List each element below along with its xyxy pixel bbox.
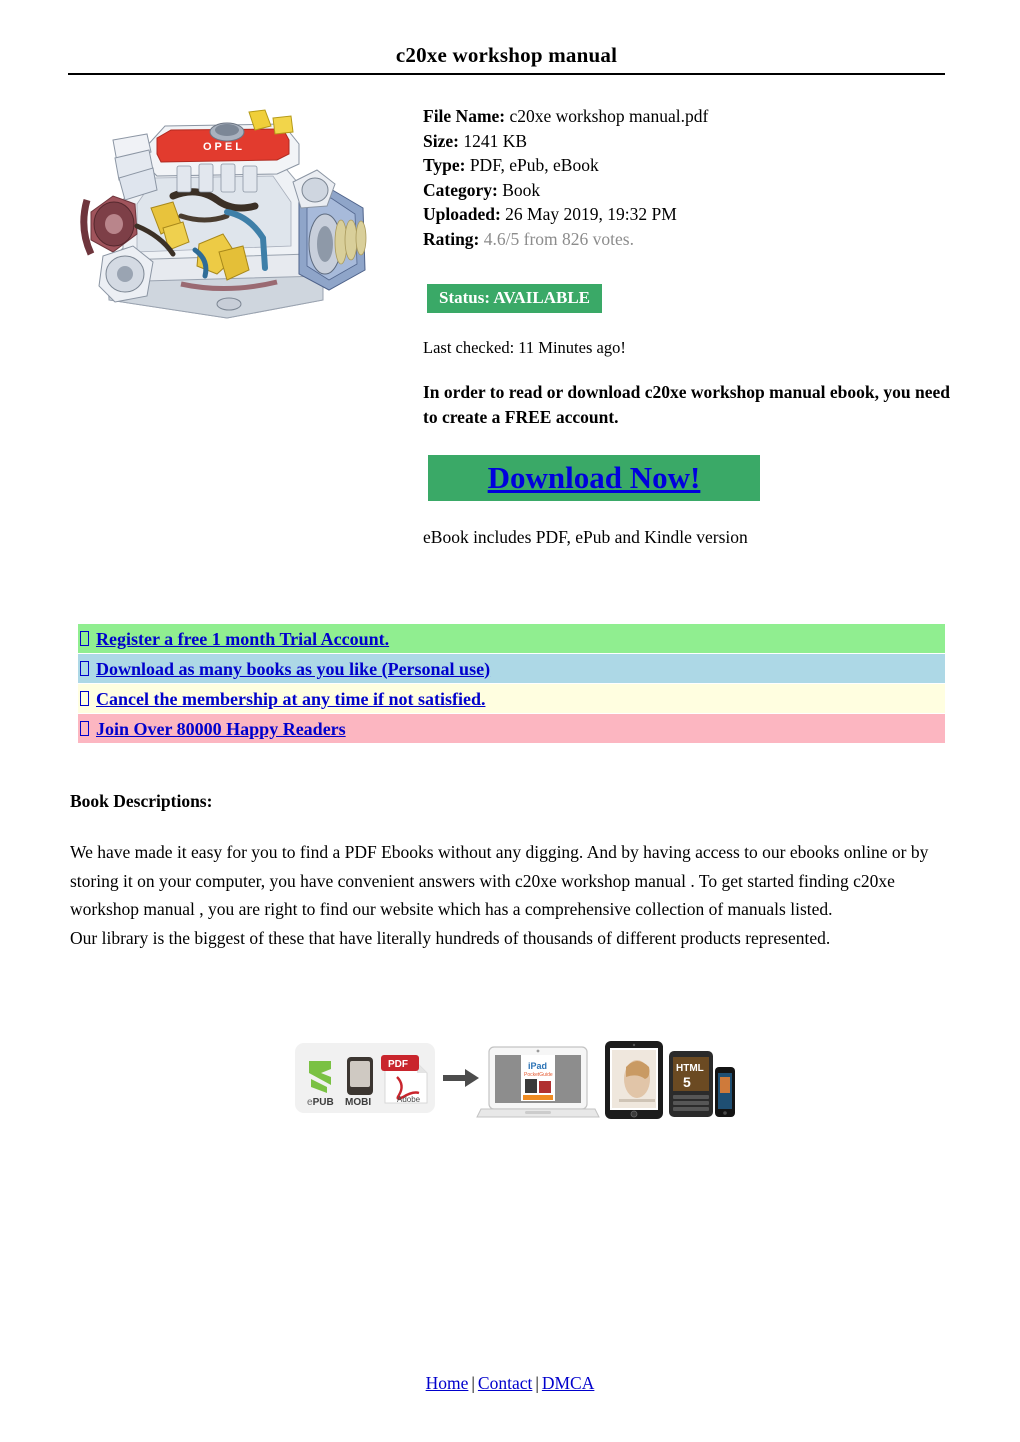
- meta-row-uploaded: Uploaded: 26 May 2019, 19:32 PM: [423, 202, 963, 227]
- meta-value: 26 May 2019, 19:32 PM: [505, 204, 677, 225]
- svg-text:MOBI: MOBI: [345, 1097, 371, 1108]
- benefit-row-download[interactable]: Download as many books as you like (Pers…: [78, 654, 945, 683]
- meta-key: Uploaded:: [423, 204, 501, 225]
- meta-value: 1241 KB: [463, 130, 528, 151]
- meta-key: Type:: [423, 155, 466, 176]
- benefit-label: Cancel the membership at any time if not…: [96, 688, 486, 709]
- benefit-label: Register a free 1 month Trial Account.: [96, 628, 390, 649]
- page-header: c20xe workshop manual: [68, 42, 945, 68]
- meta-key: Category:: [423, 179, 498, 200]
- footer-link-contact[interactable]: Contact: [478, 1373, 532, 1393]
- svg-text:5: 5: [683, 1074, 691, 1090]
- meta-row-category: Category: Book: [423, 178, 963, 203]
- svg-text:iPad: iPad: [528, 1061, 547, 1071]
- meta-row-type: Type: PDF, ePub, eBook: [423, 153, 963, 178]
- book-descriptions-heading: Book Descriptions:: [70, 791, 213, 811]
- bullet-box-icon: [80, 661, 89, 676]
- footer-link-dmca[interactable]: DMCA: [542, 1373, 595, 1393]
- svg-text:PocketGuide: PocketGuide: [524, 1072, 553, 1078]
- file-meta-list: File Name: c20xe workshop manual.pdf Siz…: [423, 104, 963, 252]
- footer-link-home[interactable]: Home: [426, 1373, 469, 1393]
- meta-row-size: Size: 1241 KB: [423, 129, 963, 154]
- page-title: c20xe workshop manual: [395, 43, 618, 67]
- meta-value: 4.6/5 from 826 votes.: [483, 228, 634, 249]
- bullet-box-icon: [80, 691, 89, 706]
- ebook-includes-note: eBook includes PDF, ePub and Kindle vers…: [423, 527, 748, 547]
- benefit-label: Download as many books as you like (Pers…: [96, 658, 491, 679]
- svg-text:OPEL: OPEL: [203, 141, 245, 153]
- bullet-box-icon: [80, 631, 89, 646]
- footer-links: Home | Contact | DMCA: [0, 1372, 1020, 1395]
- svg-text:PDF: PDF: [388, 1059, 408, 1070]
- book-cover-image: OPEL: [77, 104, 374, 335]
- svg-text:Adobe: Adobe: [397, 1095, 421, 1104]
- meta-key: Size:: [423, 130, 459, 151]
- page-root: c20xe workshop manual OPEL File Name: c2…: [0, 0, 1020, 1442]
- benefit-row-register[interactable]: Register a free 1 month Trial Account.: [78, 624, 945, 653]
- download-now-label: Download Now!: [487, 460, 701, 495]
- meta-key: Rating:: [423, 228, 480, 249]
- benefit-row-join[interactable]: Join Over 80000 Happy Readers: [78, 714, 945, 743]
- account-notice: In order to read or download c20xe works…: [423, 382, 951, 427]
- description-paragraph-2: Our library is the biggest of these that…: [70, 927, 831, 948]
- formats-and-devices-image: ePUB MOBI PDF Adobe iPad PocketGuide HTM…: [285, 1033, 735, 1133]
- svg-text:ePUB: ePUB: [307, 1097, 334, 1108]
- footer-separator: |: [471, 1373, 475, 1393]
- header-divider: [68, 73, 945, 75]
- svg-text:HTML: HTML: [676, 1063, 704, 1074]
- meta-row-file-name: File Name: c20xe workshop manual.pdf: [423, 104, 963, 129]
- book-descriptions-body: We have made it easy for you to find a P…: [70, 838, 950, 952]
- meta-value: c20xe workshop manual.pdf: [509, 106, 709, 126]
- benefit-row-cancel[interactable]: Cancel the membership at any time if not…: [78, 684, 945, 713]
- bullet-box-icon: [80, 721, 89, 736]
- meta-value: Book: [502, 179, 541, 200]
- meta-key: File Name:: [423, 106, 506, 126]
- footer-separator: |: [535, 1373, 539, 1393]
- benefits-list: Register a free 1 month Trial Account. D…: [78, 624, 945, 744]
- last-checked-text: Last checked: 11 Minutes ago!: [423, 338, 626, 357]
- meta-row-rating: Rating: 4.6/5 from 826 votes.: [423, 227, 963, 252]
- description-paragraph-1: We have made it easy for you to find a P…: [70, 842, 929, 919]
- benefit-label: Join Over 80000 Happy Readers: [96, 718, 346, 739]
- download-now-button[interactable]: Download Now!: [428, 455, 760, 501]
- status-badge: Status: AVAILABLE: [427, 284, 603, 313]
- meta-value: PDF, ePub, eBook: [469, 155, 599, 176]
